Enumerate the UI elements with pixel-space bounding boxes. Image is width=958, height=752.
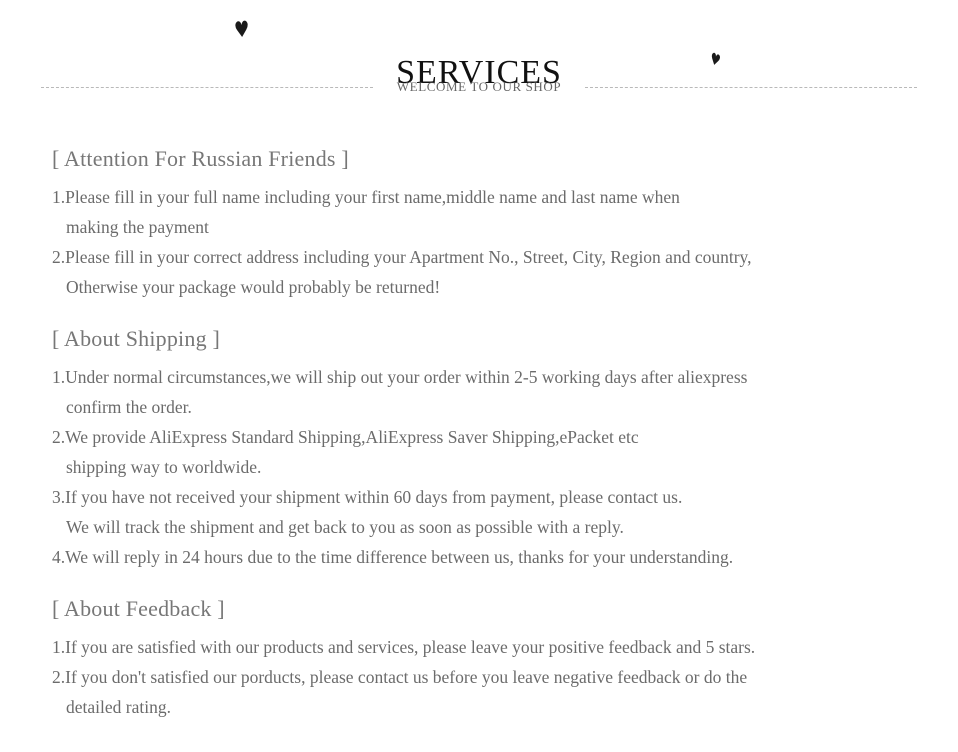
section-attention: [ Attention For Russian Friends ] 1.Plea… bbox=[52, 146, 958, 302]
list-item: 1.If you are satisfied with our products… bbox=[52, 632, 958, 662]
list-item: 3.If you have not received your shipment… bbox=[52, 482, 958, 542]
list-item-line: We will track the shipment and get back … bbox=[66, 517, 624, 537]
list-item: 1.Please fill in your full name includin… bbox=[52, 182, 958, 242]
section-title: [ Attention For Russian Friends ] bbox=[52, 146, 349, 171]
list-item-line: 1.Under normal circumstances,we will shi… bbox=[52, 367, 748, 387]
section-shipping: [ About Shipping ] 1.Under normal circum… bbox=[52, 326, 958, 572]
list-item: 2.If you don't satisfied our porducts, p… bbox=[52, 662, 958, 722]
list-item: 2.Please fill in your correct address in… bbox=[52, 242, 958, 302]
list-item-line: 2.We provide AliExpress Standard Shippin… bbox=[52, 427, 639, 447]
list-item-line: 1.Please fill in your full name includin… bbox=[52, 187, 680, 207]
services-content: [ Attention For Russian Friends ] 1.Plea… bbox=[0, 110, 958, 722]
section-title: [ About Feedback ] bbox=[52, 596, 225, 621]
list-item: 2.We provide AliExpress Standard Shippin… bbox=[52, 422, 958, 482]
list-item-line: detailed rating. bbox=[66, 697, 171, 717]
list-item-line: confirm the order. bbox=[66, 397, 192, 417]
list-item-line: 3.If you have not received your shipment… bbox=[52, 487, 683, 507]
section-item-list: 1.If you are satisfied with our products… bbox=[52, 632, 958, 722]
heart-icon-left: ♥ bbox=[233, 17, 251, 44]
section-feedback: [ About Feedback ] 1.If you are satisfie… bbox=[52, 596, 958, 722]
divider-right bbox=[585, 86, 918, 88]
list-item-line: 2.If you don't satisfied our porducts, p… bbox=[52, 667, 748, 687]
section-title: [ About Shipping ] bbox=[52, 326, 220, 351]
list-item-line: 4.We will reply in 24 hours due to the t… bbox=[52, 547, 734, 567]
page-header: ♥ ♥ SERVICES WELCOME TO OUR SHOP bbox=[0, 0, 958, 110]
list-item-line: shipping way to worldwide. bbox=[66, 457, 262, 477]
page-subtitle: WELCOME TO OUR SHOP bbox=[396, 79, 562, 94]
section-item-list: 1.Please fill in your full name includin… bbox=[52, 182, 958, 302]
section-item-list: 1.Under normal circumstances,we will shi… bbox=[52, 362, 958, 572]
list-item: 1.Under normal circumstances,we will shi… bbox=[52, 362, 958, 422]
list-item-line: making the payment bbox=[66, 217, 209, 237]
subtitle-row: WELCOME TO OUR SHOP bbox=[0, 78, 958, 96]
divider-left bbox=[40, 86, 373, 88]
list-item-line: Otherwise your package would probably be… bbox=[66, 277, 441, 297]
list-item: 4.We will reply in 24 hours due to the t… bbox=[52, 542, 958, 572]
list-item-line: 1.If you are satisfied with our products… bbox=[52, 637, 756, 657]
list-item-line: 2.Please fill in your correct address in… bbox=[52, 247, 752, 267]
